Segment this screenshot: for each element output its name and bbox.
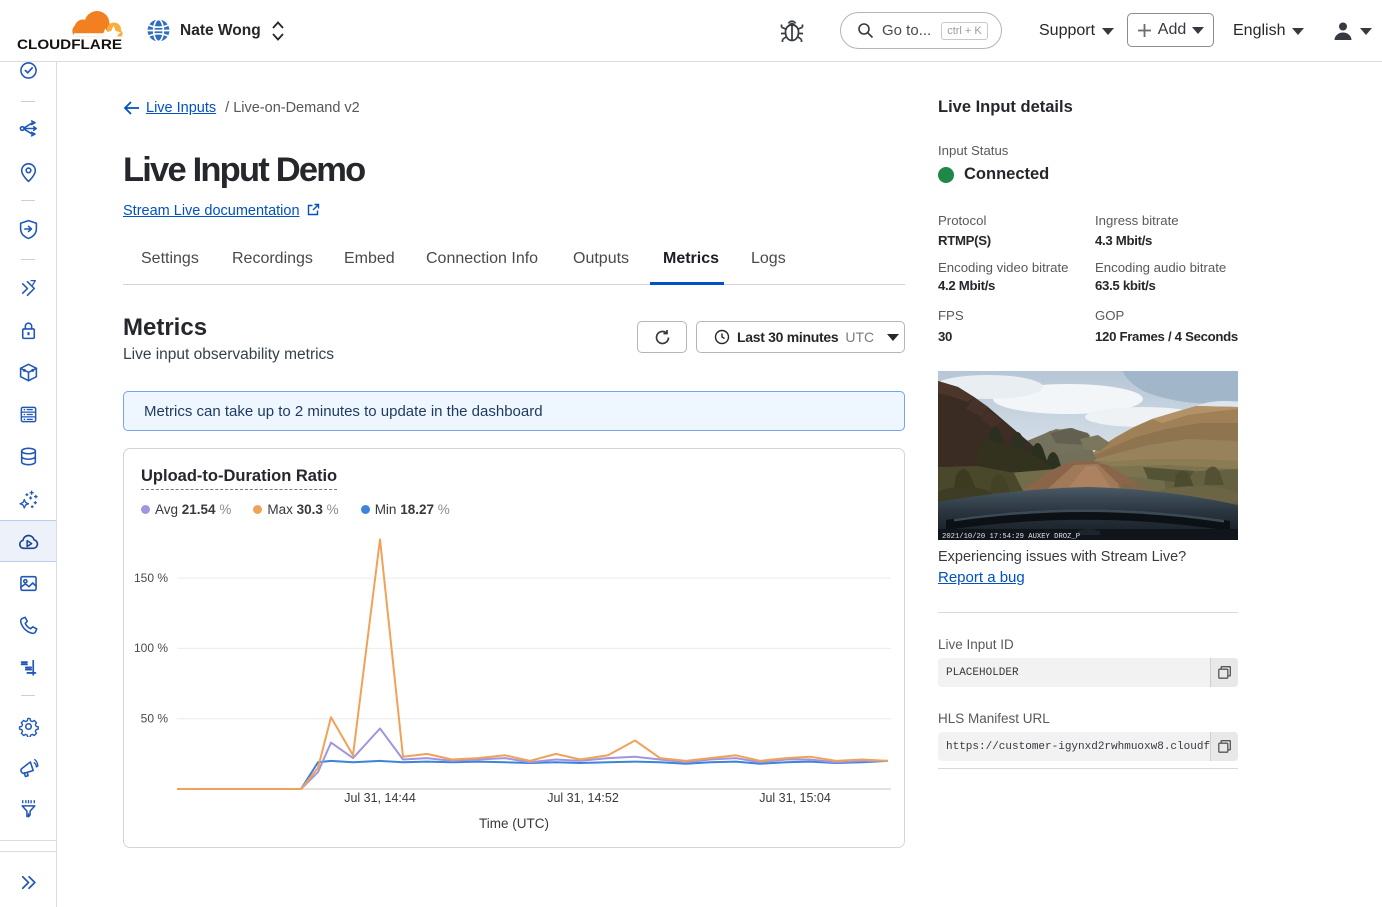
- svg-text:50 %: 50 %: [141, 712, 169, 726]
- svg-text:100 %: 100 %: [134, 641, 168, 655]
- svg-text:Jul 31, 14:44: Jul 31, 14:44: [344, 791, 416, 805]
- svg-text:Jul 31, 14:52: Jul 31, 14:52: [547, 791, 619, 805]
- svg-text:2021/10/20 17:54:29 AUXEY DROZ: 2021/10/20 17:54:29 AUXEY DROZ_P: [942, 533, 1080, 540]
- svg-text:150 %: 150 %: [134, 571, 168, 585]
- svg-text:CLOUDFLARE: CLOUDFLARE: [17, 37, 122, 53]
- svg-text:Time (UTC): Time (UTC): [479, 816, 549, 831]
- svg-text:Jul 31, 15:04: Jul 31, 15:04: [759, 791, 831, 805]
